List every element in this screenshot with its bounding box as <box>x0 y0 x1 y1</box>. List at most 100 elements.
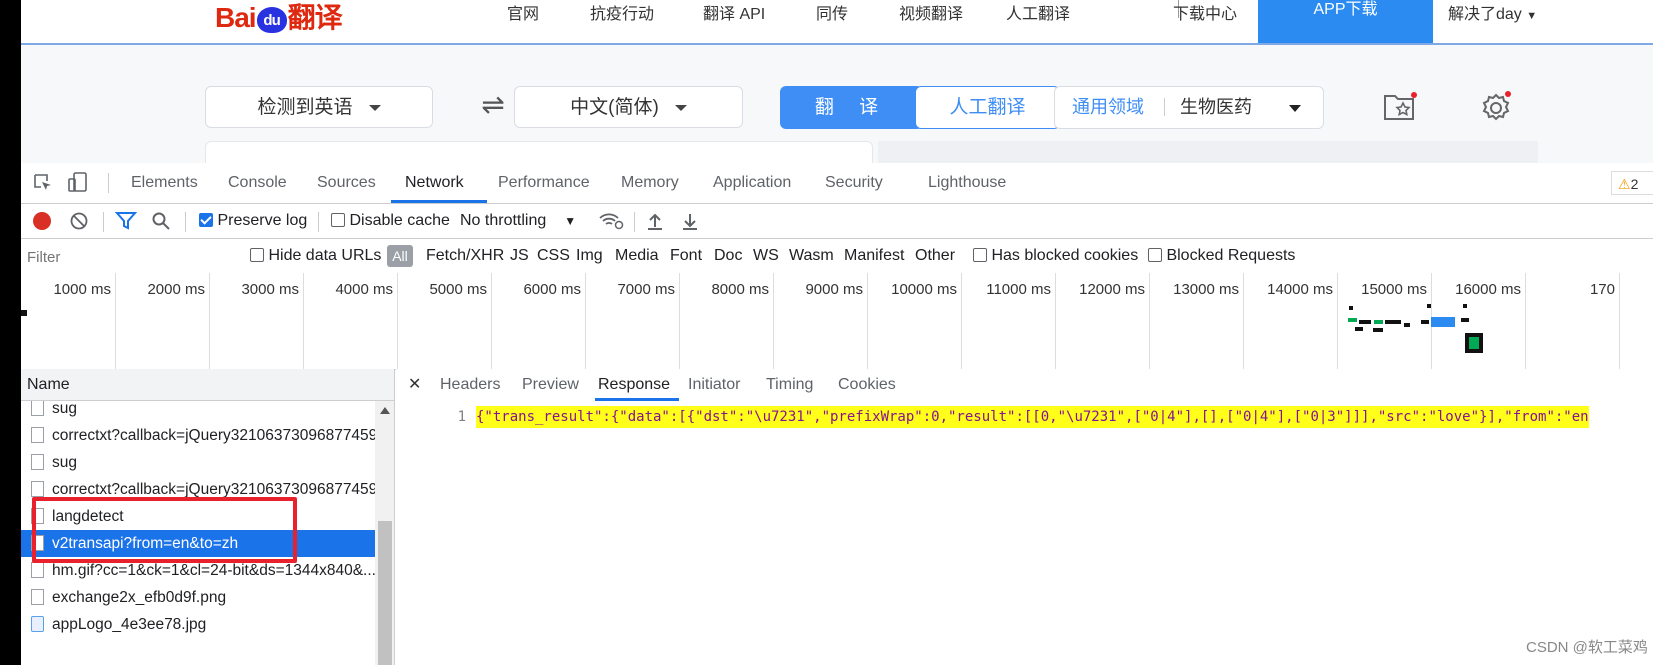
blocked-requests-checkbox[interactable]: Blocked Requests <box>1148 239 1295 273</box>
network-conditions-icon[interactable] <box>598 211 624 231</box>
timeline-request-bar <box>1421 320 1429 324</box>
request-row[interactable]: exchange2x_efb0d9f.png <box>21 584 375 611</box>
nav-download-center[interactable]: 下载中心 <box>1173 0 1237 23</box>
disable-cache-checkbox[interactable]: Disable cache <box>331 204 450 238</box>
network-filter-bar: Hide data URLs All Fetch/XHR JS CSS Img … <box>21 239 1653 274</box>
dtab-cookies[interactable]: Cookies <box>838 369 896 401</box>
favorites-icon[interactable] <box>1383 90 1419 122</box>
tab-memory[interactable]: Memory <box>621 163 679 203</box>
checkbox-unchecked[interactable] <box>331 213 345 227</box>
nav-human-translate[interactable]: 人工翻译 <box>1006 0 1070 23</box>
type-filter-js[interactable]: JS <box>510 239 529 273</box>
checkbox-checked[interactable] <box>199 213 213 227</box>
network-timeline-overview[interactable]: 1000 ms 2000 ms 3000 ms 4000 ms 5000 ms 6000 … <box>21 273 1653 370</box>
timeline-request-bar <box>1463 304 1467 308</box>
response-json-text[interactable]: {"trans_result":{"data":[{"dst":"\u7231"… <box>476 406 1589 428</box>
inspect-element-icon[interactable] <box>33 173 53 193</box>
dtab-preview[interactable]: Preview <box>522 369 579 401</box>
nav-anti-epidemic[interactable]: 抗疫行动 <box>590 0 654 23</box>
request-row[interactable]: sug <box>21 401 375 422</box>
tab-console[interactable]: Console <box>228 163 287 203</box>
type-filter-other[interactable]: Other <box>915 239 955 273</box>
dtab-initiator[interactable]: Initiator <box>688 369 740 401</box>
dtab-timing[interactable]: Timing <box>766 369 813 401</box>
response-body[interactable] <box>396 401 1653 665</box>
timeline-request-bar <box>1373 328 1383 332</box>
preserve-log-checkbox[interactable]: Preserve log <box>199 204 307 238</box>
app-download-button[interactable]: APP下载 <box>1258 0 1433 43</box>
dtab-headers[interactable]: Headers <box>440 369 500 401</box>
baidu-fanyi-logo[interactable]: Bai du 翻译 <box>215 0 343 36</box>
warning-count: 2 <box>1630 176 1639 192</box>
warnings-badge[interactable]: ⚠2 <box>1611 171 1653 195</box>
timeline-gridline <box>397 273 398 369</box>
type-filter-media[interactable]: Media <box>615 239 659 273</box>
type-filter-manifest[interactable]: Manifest <box>844 239 904 273</box>
tab-network[interactable]: Network <box>405 163 464 203</box>
tab-elements[interactable]: Elements <box>131 163 198 203</box>
timeline-request-bar <box>1431 317 1455 327</box>
type-filter-img[interactable]: Img <box>576 239 603 273</box>
clear-icon[interactable] <box>69 211 89 231</box>
type-filter-ws[interactable]: WS <box>753 239 779 273</box>
settings-gear-icon[interactable] <box>1479 90 1513 124</box>
tab-sources[interactable]: Sources <box>317 163 376 203</box>
human-translate-button[interactable]: 人工翻译 <box>915 86 1060 129</box>
type-filter-font[interactable]: Font <box>670 239 702 273</box>
device-toolbar-icon[interactable] <box>67 171 89 193</box>
type-filter-all[interactable]: All <box>387 245 413 267</box>
nav-official-site[interactable]: 官网 <box>507 0 539 23</box>
type-filter-wasm[interactable]: Wasm <box>789 239 834 273</box>
export-har-icon[interactable] <box>681 211 699 231</box>
timeline-tick-label: 8000 ms <box>711 281 769 298</box>
tab-security[interactable]: Security <box>825 163 883 203</box>
has-blocked-cookies-checkbox[interactable]: Has blocked cookies <box>973 239 1138 273</box>
filter-input[interactable] <box>25 243 239 271</box>
tab-lighthouse[interactable]: Lighthouse <box>928 163 1006 203</box>
has-blocked-cookies-label: Has blocked cookies <box>991 247 1139 264</box>
hide-data-urls-checkbox[interactable]: Hide data URLs <box>250 239 381 273</box>
type-filter-doc[interactable]: Doc <box>714 239 742 273</box>
close-detail-icon[interactable]: ✕ <box>408 369 421 401</box>
domain-general-label[interactable]: 通用领域 <box>1072 86 1144 129</box>
checkbox-unchecked[interactable] <box>250 248 264 262</box>
source-language-select[interactable]: 检测到英语 <box>205 86 433 128</box>
timeline-tick-label: 4000 ms <box>335 281 393 298</box>
type-filter-fetch-xhr[interactable]: Fetch/XHR <box>426 239 504 273</box>
chevron-down-icon[interactable] <box>1289 105 1301 112</box>
nav-video-translate[interactable]: 视频翻译 <box>899 0 963 23</box>
request-row[interactable]: appLogo_4e3ee78.jpg <box>21 611 375 638</box>
request-row[interactable]: correctxt?callback=jQuery321063730968774… <box>21 422 375 449</box>
user-name: 解决了day <box>1448 6 1522 23</box>
import-har-icon[interactable] <box>646 211 664 231</box>
throttling-select[interactable]: No throttling ▼ <box>460 204 576 238</box>
document-file-icon <box>31 589 44 605</box>
response-line-number: 1 <box>457 409 466 425</box>
target-language-label: 中文(简体) <box>570 97 659 118</box>
tab-application[interactable]: Application <box>713 163 791 203</box>
scrollbar-thumb[interactable] <box>378 521 392 665</box>
request-name: sug <box>52 401 77 417</box>
dtab-response[interactable]: Response <box>598 369 670 401</box>
checkbox-unchecked[interactable] <box>1148 248 1162 262</box>
target-language-select[interactable]: 中文(简体) <box>514 86 743 128</box>
nav-translate-api[interactable]: 翻译 API <box>703 0 765 23</box>
translate-button[interactable]: 翻 译 <box>780 86 923 129</box>
type-filter-css[interactable]: CSS <box>537 239 570 273</box>
nav-simultaneous[interactable]: 同传 <box>816 0 848 23</box>
domain-selected-label[interactable]: 生物医药 <box>1180 86 1252 129</box>
checkbox-unchecked[interactable] <box>973 248 987 262</box>
record-icon[interactable] <box>33 212 51 230</box>
name-column-header[interactable]: Name <box>21 369 395 401</box>
request-row[interactable]: sug <box>21 449 375 476</box>
tab-performance[interactable]: Performance <box>498 163 590 203</box>
source-text-area[interactable] <box>205 141 873 163</box>
search-icon[interactable] <box>151 211 171 231</box>
swap-languages-icon[interactable]: ⇌ <box>476 90 510 120</box>
chevron-down-icon: ▼ <box>564 214 577 228</box>
left-window-edge <box>0 0 21 665</box>
filter-icon[interactable] <box>115 211 137 231</box>
scroll-up-arrow-icon[interactable] <box>380 407 390 414</box>
user-menu[interactable]: 解决了day ▼ <box>1448 0 1537 24</box>
timeline-gridline <box>867 273 868 369</box>
